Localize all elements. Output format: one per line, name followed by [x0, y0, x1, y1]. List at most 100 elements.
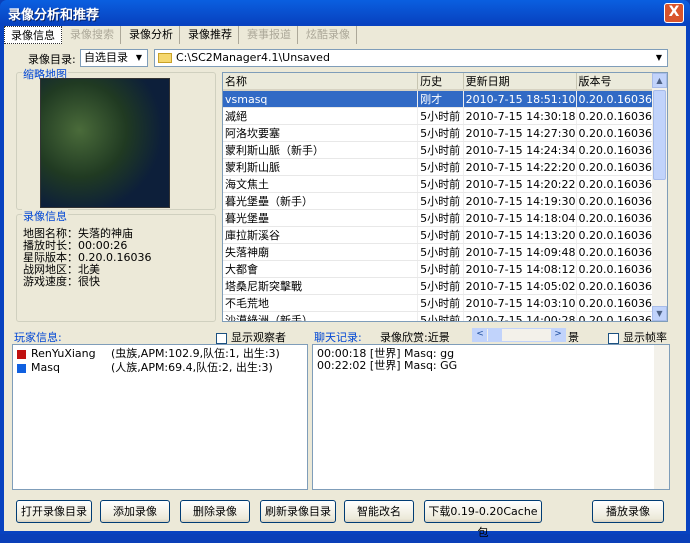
cell-date: 2010-7-15 14:19:30 — [463, 192, 577, 210]
directory-mode-value: 自选目录 — [84, 51, 128, 64]
tab-replay-info[interactable]: 录像信息 — [4, 26, 62, 44]
view-slider[interactable]: < > — [472, 328, 566, 342]
player-name: Masq — [31, 361, 60, 374]
window-title: 录像分析和推荐 — [8, 8, 100, 23]
cell-name: 海文焦土 — [223, 175, 419, 193]
table-row[interactable]: 蒙利斯山脈 5小时前 2010-7-15 14:22:20 0.20.0.16036 — [223, 158, 654, 176]
cell-name: 塔桑尼斯突擊戰 — [223, 277, 419, 295]
player-color-swatch — [17, 349, 26, 359]
open-directory-button[interactable]: 打开录像目录 — [16, 500, 92, 523]
tab-replay-analysis[interactable]: 录像分析 — [123, 26, 180, 44]
table-row[interactable]: 失落神廟 5小时前 2010-7-15 14:09:48 0.20.0.16036 — [223, 243, 654, 261]
table-row[interactable]: 暮光堡壘 5小时前 2010-7-15 14:18:04 0.20.0.16036 — [223, 209, 654, 227]
chevron-down-icon: ▼ — [655, 53, 663, 62]
table-row[interactable]: 塔桑尼斯突擊戰 5小时前 2010-7-15 14:05:02 0.20.0.1603… — [223, 277, 654, 295]
directory-path-select[interactable]: C:\SC2Manager4.1\Unsaved ▼ — [154, 49, 668, 67]
show-observers-checkbox[interactable]: 显示观察者 — [216, 329, 286, 345]
cell-date: 2010-7-15 14:08:12 — [463, 260, 577, 278]
cell-history: 5小时前 — [417, 107, 464, 125]
slider-left-icon[interactable]: < — [473, 329, 487, 341]
smart-rename-button[interactable]: 智能改名 — [344, 500, 414, 523]
list-scrollbar[interactable]: ▲ ▼ — [652, 73, 667, 321]
tab-replay-recommend[interactable]: 录像推荐 — [182, 26, 239, 44]
table-row[interactable]: 阿洛坎要塞 5小时前 2010-7-15 14:27:30 0.20.0.16036 — [223, 124, 654, 142]
table-row[interactable]: 海文焦土 5小时前 2010-7-15 14:20:22 0.20.0.16036 — [223, 175, 654, 193]
replay-info-label: 录像信息 — [22, 208, 68, 224]
player-row[interactable]: Masq (人族,APM:69.4,队伍:2, 出生:3) — [17, 361, 303, 375]
cell-date: 2010-7-15 14:22:20 — [463, 158, 577, 176]
replay-info-lines: 地图名称：失落的神庙 播放时长：00:00:26 星际版本：0.20.0.160… — [23, 228, 151, 288]
cell-history: 5小时前 — [417, 277, 464, 295]
cell-name: 失落神廟 — [223, 243, 419, 261]
cell-history: 5小时前 — [417, 243, 464, 261]
cell-name: 大都會 — [223, 260, 419, 278]
table-row[interactable]: 滅絕 5小时前 2010-7-15 14:30:18 0.20.0.16036 — [223, 107, 654, 125]
table-row[interactable]: vsmasq 刚才 2010-7-15 18:51:10 0.20.0.16036 — [223, 90, 654, 108]
cell-date: 2010-7-15 14:18:04 — [463, 209, 577, 227]
show-fps-checkbox[interactable]: 显示帧率 — [608, 329, 667, 345]
cell-history: 5小时前 — [417, 124, 464, 142]
tab-event-report[interactable]: 赛事报道 — [241, 26, 298, 44]
column-header-date[interactable]: 更新日期 — [463, 73, 577, 91]
directory-mode-select[interactable]: 自选目录 ▼ — [80, 49, 148, 67]
view-end-label: 景 — [568, 331, 579, 344]
table-row[interactable]: 庫拉斯溪谷 5小时前 2010-7-15 14:13:20 0.20.0.16036 — [223, 226, 654, 244]
column-header-version[interactable]: 版本号 — [576, 73, 654, 91]
cell-history: 5小时前 — [417, 158, 464, 176]
cell-version: 0.20.0.16036 — [576, 107, 654, 125]
cell-date: 2010-7-15 14:13:20 — [463, 226, 577, 244]
cell-history: 5小时前 — [417, 141, 464, 159]
tab-cool-replay[interactable]: 炫酷录像 — [300, 26, 357, 44]
table-row[interactable]: 蒙利斯山脈（新手） 5小时前 2010-7-15 14:24:34 0.20.0.16… — [223, 141, 654, 159]
close-button[interactable]: X — [664, 3, 684, 23]
download-cache-button[interactable]: 下载0.19-0.20Cache包 — [424, 500, 542, 539]
chat-scrollbar[interactable] — [654, 345, 669, 489]
player-list[interactable]: RenYuXiang (虫族,APM:102.9,队伍:1, 出生:3) Masq… — [12, 344, 308, 490]
chat-log[interactable]: 00:00:18 [世界] Masq: gg 00:22:02 [世界] Mas… — [312, 344, 670, 490]
cell-date: 2010-7-15 14:00:28 — [463, 311, 577, 321]
replay-list[interactable]: 名称 历史 更新日期 版本号 vsmasq 刚才 2010-7-15 18:51:1… — [222, 72, 668, 322]
scroll-up-icon[interactable]: ▲ — [652, 73, 667, 88]
chat-label: 聊天记录: — [314, 331, 362, 344]
cell-version: 0.20.0.16036 — [576, 141, 654, 159]
column-header-name[interactable]: 名称 — [223, 73, 419, 91]
players-label: 玩家信息: — [14, 331, 62, 344]
cell-version: 0.20.0.16036 — [576, 90, 654, 108]
cell-name: 暮光堡壘 — [223, 209, 419, 227]
directory-path-value: C:\SC2Manager4.1\Unsaved — [176, 51, 330, 64]
cell-name: 不毛荒地 — [223, 294, 419, 312]
player-row[interactable]: RenYuXiang (虫族,APM:102.9,队伍:1, 出生:3) — [17, 347, 303, 361]
slider-thumb[interactable] — [488, 329, 502, 341]
delete-replay-button[interactable]: 删除录像 — [180, 500, 250, 523]
cell-version: 0.20.0.16036 — [576, 175, 654, 193]
tab-replay-search[interactable]: 录像搜索 — [64, 26, 121, 44]
cell-name: 蒙利斯山脈（新手） — [223, 141, 419, 159]
table-row[interactable]: 大都會 5小时前 2010-7-15 14:08:12 0.20.0.16036 — [223, 260, 654, 278]
cell-name: vsmasq — [223, 90, 419, 108]
table-row[interactable]: 沙漠綠洲（新手） 5小时前 2010-7-15 14:00:28 0.20.0.160… — [223, 311, 654, 321]
cell-version: 0.20.0.16036 — [576, 243, 654, 261]
checkbox-icon — [608, 332, 619, 344]
play-replay-button[interactable]: 播放录像 — [592, 500, 664, 523]
add-replay-button[interactable]: 添加录像 — [100, 500, 170, 523]
cell-version: 0.20.0.16036 — [576, 294, 654, 312]
cell-version: 0.20.0.16036 — [576, 277, 654, 295]
directory-label: 录像目录: — [28, 53, 76, 66]
cell-history: 5小时前 — [417, 226, 464, 244]
app-window: 录像分析和推荐 X 录像信息 录像搜索 录像分析 录像推荐 赛事报道 炫酷录像 … — [0, 0, 690, 539]
table-row[interactable]: 不毛荒地 5小时前 2010-7-15 14:03:10 0.20.0.16036 — [223, 294, 654, 312]
column-header-history[interactable]: 历史 — [417, 73, 464, 91]
show-observers-label: 显示观察者 — [231, 331, 286, 344]
table-row[interactable]: 暮光堡壘（新手） 5小时前 2010-7-15 14:19:30 0.20.0.160… — [223, 192, 654, 210]
client-area: 录像信息 录像搜索 录像分析 录像推荐 赛事报道 炫酷录像 录像目录: 自选目录… — [4, 26, 686, 539]
cell-history: 5小时前 — [417, 260, 464, 278]
cell-version: 0.20.0.16036 — [576, 311, 654, 321]
scroll-down-icon[interactable]: ▼ — [652, 306, 667, 321]
chat-line: 00:22:02 [世界] Masq: GG — [317, 359, 458, 372]
refresh-directory-button[interactable]: 刷新录像目录 — [260, 500, 336, 523]
slider-right-icon[interactable]: > — [551, 329, 565, 341]
scroll-thumb[interactable] — [653, 90, 666, 180]
minimap-image — [40, 78, 170, 208]
cell-date: 2010-7-15 14:03:10 — [463, 294, 577, 312]
cell-version: 0.20.0.16036 — [576, 124, 654, 142]
